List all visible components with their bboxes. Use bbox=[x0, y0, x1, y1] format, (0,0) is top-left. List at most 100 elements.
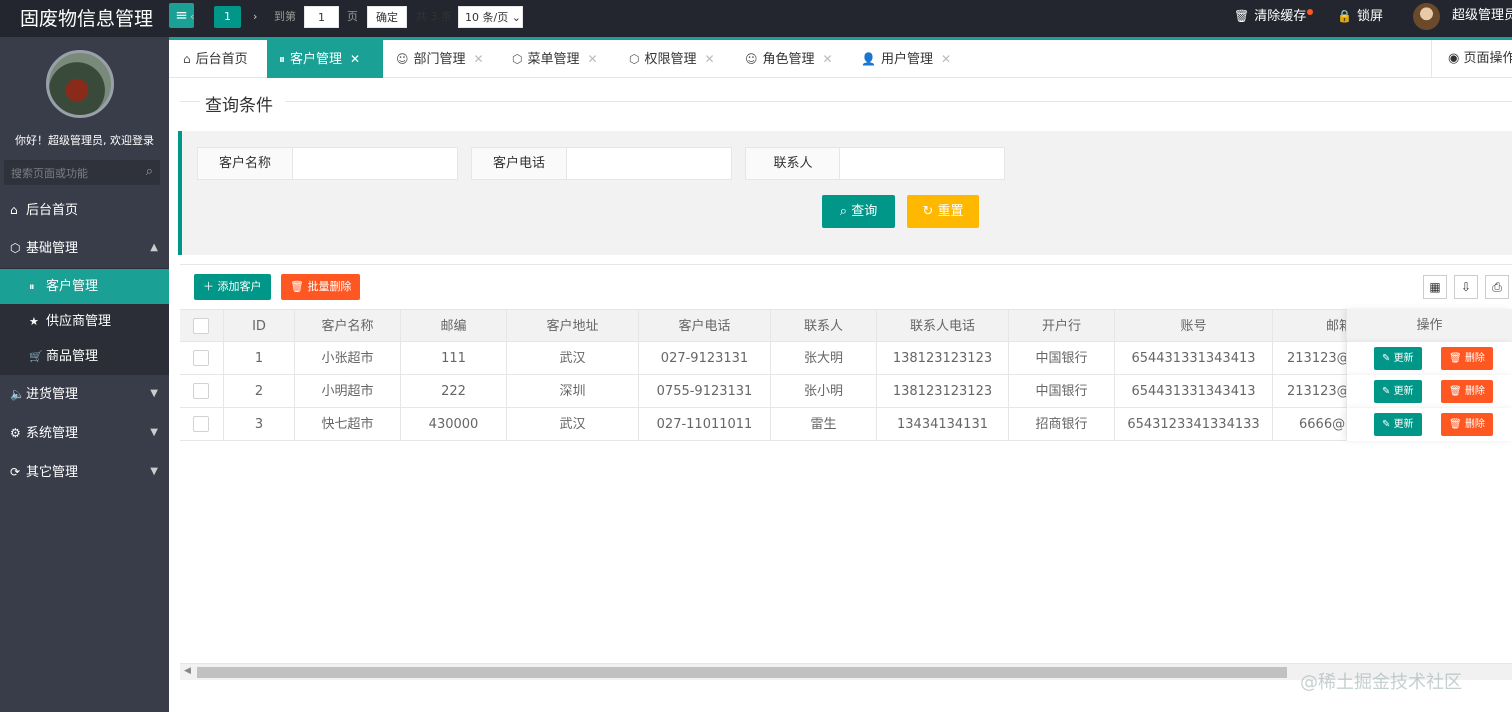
user-icon: 👤 bbox=[861, 52, 876, 66]
sidebar-item-goods[interactable]: 🛒 商品管理 bbox=[0, 339, 169, 374]
tab-menu[interactable]: ⬡ 菜单管理 ✕ bbox=[512, 40, 598, 78]
row-select-cell bbox=[180, 375, 224, 408]
tab-role[interactable]: ☺ 角色管理 ✕ bbox=[745, 40, 833, 78]
print-icon[interactable]: ⎙ bbox=[1485, 275, 1509, 299]
pause-circle-icon: ⏸ bbox=[29, 280, 35, 293]
tab-permission[interactable]: ⬡ 权限管理 ✕ bbox=[629, 40, 715, 78]
reset-button[interactable]: ↻ 重置 bbox=[907, 195, 979, 228]
col-operations: 操作 bbox=[1346, 309, 1512, 342]
row-checkbox[interactable] bbox=[193, 416, 209, 432]
export-icon[interactable]: ⇩ bbox=[1454, 275, 1478, 299]
scrollbar-thumb[interactable] bbox=[197, 667, 1287, 678]
watermark-text: @稀土掘金技术社区 bbox=[1300, 672, 1462, 693]
contact-label: 联系人 bbox=[745, 147, 841, 180]
col-contact[interactable]: 联系人 bbox=[771, 310, 877, 343]
refresh-icon: ↻ bbox=[922, 204, 938, 219]
current-page[interactable]: 1 bbox=[214, 6, 241, 28]
goto-confirm-button[interactable]: 确定 bbox=[367, 6, 407, 28]
cart-icon: 🛒 bbox=[29, 350, 43, 363]
cell-contact: 张小明 bbox=[771, 375, 877, 408]
sidebar-item-supplier[interactable]: ★ 供应商管理 bbox=[0, 304, 169, 339]
sidebar-item-purchase[interactable]: 🔈进货管理 ▼ bbox=[0, 375, 169, 413]
sidebar-item-home[interactable]: ⌂ 后台首页 bbox=[0, 191, 169, 229]
close-icon[interactable]: ✕ bbox=[823, 52, 833, 66]
sidebar-item-other[interactable]: ⟳ 其它管理 ▼ bbox=[0, 453, 169, 491]
close-icon[interactable]: ✕ bbox=[705, 52, 715, 66]
close-icon[interactable]: ✕ bbox=[941, 52, 951, 66]
trash-icon: 🗑 bbox=[1449, 353, 1465, 364]
pencil-icon: ✎ bbox=[1382, 419, 1394, 430]
close-icon[interactable]: ✕ bbox=[474, 52, 484, 66]
select-all-cell bbox=[180, 310, 224, 343]
cell-zip: 222 bbox=[401, 375, 507, 408]
table-row[interactable]: 3 快七超市 430000 武汉 027-11011011 雷生 1343413… bbox=[180, 408, 1512, 441]
notification-dot bbox=[1307, 9, 1314, 15]
caret-down-icon: ▼ bbox=[150, 427, 158, 438]
scroll-left-icon[interactable]: ◀ bbox=[184, 666, 191, 676]
cell-contact: 雷生 bbox=[771, 408, 877, 441]
trash-icon: 🗑 bbox=[1449, 419, 1465, 430]
col-account[interactable]: 账号 bbox=[1115, 310, 1273, 343]
cell-contact: 张大明 bbox=[771, 342, 877, 375]
col-bank[interactable]: 开户行 bbox=[1009, 310, 1115, 343]
prev-page-icon[interactable]: ‹ bbox=[190, 6, 194, 28]
customer-name-input[interactable] bbox=[292, 147, 458, 180]
total-count: 共 3 条 bbox=[416, 10, 452, 23]
update-button[interactable]: ✎ 更新 bbox=[1374, 380, 1422, 403]
sidebar-search-input[interactable]: 搜索页面或功能 ⌕ bbox=[4, 160, 160, 185]
col-id[interactable]: ID bbox=[224, 310, 295, 343]
user-avatar[interactable] bbox=[1413, 3, 1440, 30]
delete-button[interactable]: 🗑 删除 bbox=[1441, 380, 1493, 403]
cell-account: 654431331343413 bbox=[1115, 375, 1273, 408]
delete-button[interactable]: 🗑 删除 bbox=[1441, 413, 1493, 436]
col-zip[interactable]: 邮编 bbox=[401, 310, 507, 343]
row-checkbox[interactable] bbox=[193, 383, 209, 399]
tab-customer[interactable]: ⏸ 客户管理 ✕ bbox=[267, 40, 383, 78]
sound-icon: 🔈 bbox=[10, 387, 25, 401]
batch-delete-button[interactable]: 🗑 批量删除 bbox=[281, 274, 361, 300]
search-button[interactable]: ⌕ 查询 bbox=[822, 195, 895, 228]
tab-home[interactable]: ⌂ 后台首页 bbox=[183, 40, 248, 78]
tab-department[interactable]: ☺ 部门管理 ✕ bbox=[396, 40, 484, 78]
table-row[interactable]: 2 小明超市 222 深圳 0755-9123131 张小明 138123123… bbox=[180, 375, 1512, 408]
select-all-checkbox[interactable] bbox=[193, 318, 209, 334]
col-phone[interactable]: 客户电话 bbox=[639, 310, 771, 343]
columns-filter-icon[interactable]: ▦ bbox=[1423, 275, 1447, 299]
close-icon[interactable]: ✕ bbox=[588, 52, 598, 66]
page-operations-menu[interactable]: ◉ 页面操作 bbox=[1431, 40, 1512, 78]
caret-down-icon: ▼ bbox=[150, 466, 158, 477]
row-checkbox[interactable] bbox=[193, 350, 209, 366]
cell-bank: 中国银行 bbox=[1009, 375, 1115, 408]
table-header: ID 客户名称 邮编 客户地址 客户电话 联系人 联系人电话 开户行 账号 邮箱 bbox=[180, 309, 1512, 343]
col-name[interactable]: 客户名称 bbox=[295, 310, 401, 343]
customer-phone-input[interactable] bbox=[566, 147, 732, 180]
plus-icon: ＋ bbox=[203, 280, 218, 293]
goto-page-input[interactable]: 1 bbox=[304, 6, 339, 28]
search-icon[interactable]: ⌕ bbox=[146, 164, 153, 179]
next-page-icon[interactable]: › bbox=[253, 6, 257, 28]
delete-button[interactable]: 🗑 删除 bbox=[1441, 347, 1493, 370]
cell-name: 快七超市 bbox=[295, 408, 401, 441]
cell-account: 6543123341334133 bbox=[1115, 408, 1273, 441]
user-menu[interactable]: 超级管理员 bbox=[1452, 0, 1512, 32]
sidebar-item-system[interactable]: ⚙ 系统管理 ▼ bbox=[0, 414, 169, 452]
welcome-text: 你好！超级管理员, 欢迎登录 bbox=[15, 134, 154, 147]
col-address[interactable]: 客户地址 bbox=[507, 310, 639, 343]
sidebar-item-customer[interactable]: ⏸ 客户管理 bbox=[0, 269, 169, 304]
cell-bank: 中国银行 bbox=[1009, 342, 1115, 375]
close-icon[interactable]: ✕ bbox=[350, 52, 360, 66]
target-icon: ◉ bbox=[1448, 51, 1464, 66]
trash-icon: 🗑 bbox=[1234, 9, 1250, 23]
update-button[interactable]: ✎ 更新 bbox=[1374, 413, 1422, 436]
tab-user[interactable]: 👤 用户管理 ✕ bbox=[861, 40, 951, 78]
lock-screen-button[interactable]: 🔒 锁屏 bbox=[1337, 0, 1383, 32]
contact-input[interactable] bbox=[839, 147, 1005, 180]
page-size-select[interactable]: 10 条/页 ⌄ bbox=[458, 6, 523, 28]
col-contact-phone[interactable]: 联系人电话 bbox=[877, 310, 1009, 343]
update-button[interactable]: ✎ 更新 bbox=[1374, 347, 1422, 370]
clear-cache-button[interactable]: 🗑 清除缓存 bbox=[1234, 0, 1314, 32]
sidebar-item-basic[interactable]: ⬡ 基础管理 ▲ bbox=[0, 229, 169, 267]
table-row[interactable]: 1 小张超市 111 武汉 027-9123131 张大明 1381231231… bbox=[180, 342, 1512, 375]
cube-icon: ⬡ bbox=[512, 52, 523, 66]
add-customer-button[interactable]: ＋ 添加客户 bbox=[194, 274, 271, 300]
